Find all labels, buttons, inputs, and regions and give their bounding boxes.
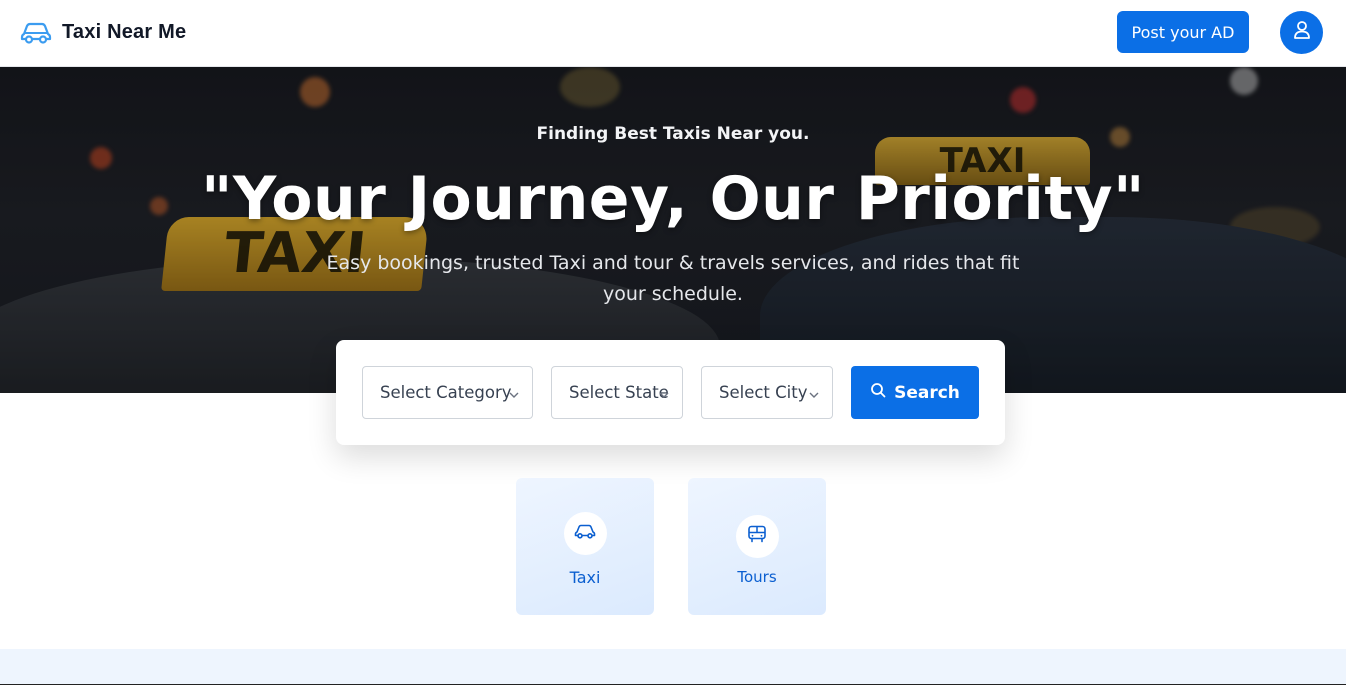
search-button-label: Search (894, 382, 960, 403)
chevron-down-icon (808, 386, 820, 398)
city-select-value: Select City (719, 383, 808, 402)
brand-logo[interactable]: Taxi Near Me (20, 20, 186, 44)
hero-title: "Your Journey, Our Priority" (201, 164, 1145, 234)
next-section-band (0, 649, 1346, 685)
post-ad-button[interactable]: Post your AD (1117, 11, 1249, 53)
category-tile-label: Tours (737, 568, 777, 586)
search-icon (870, 382, 886, 403)
user-account-button[interactable] (1280, 11, 1323, 54)
hero-subtitle: Finding Best Taxis Near you. (536, 124, 810, 144)
city-select[interactable]: Select City (701, 366, 833, 419)
category-tile-taxi[interactable]: Taxi (516, 478, 654, 615)
category-select-value: Select Category (380, 383, 512, 402)
site-header: Taxi Near Me Post your AD (0, 0, 1346, 67)
tile-icon-circle (735, 515, 779, 558)
search-button[interactable]: Search (851, 366, 979, 419)
search-panel: Select Category Select State Select City… (336, 340, 1005, 445)
chevron-down-icon (508, 386, 520, 398)
brand-name: Taxi Near Me (62, 20, 187, 43)
category-tile-label: Taxi (569, 568, 601, 587)
user-icon (1293, 20, 1311, 45)
chevron-down-icon (658, 386, 670, 398)
tile-icon-circle (563, 512, 607, 555)
state-select-value: Select State (569, 383, 669, 402)
category-select[interactable]: Select Category (362, 366, 533, 419)
bus-icon (747, 525, 767, 548)
state-select[interactable]: Select State (551, 366, 683, 419)
category-tile-tours[interactable]: Tours (688, 478, 826, 615)
car-icon (20, 20, 52, 44)
car-icon (574, 523, 596, 544)
hero-description: Easy bookings, trusted Taxi and tour & t… (326, 252, 1020, 305)
